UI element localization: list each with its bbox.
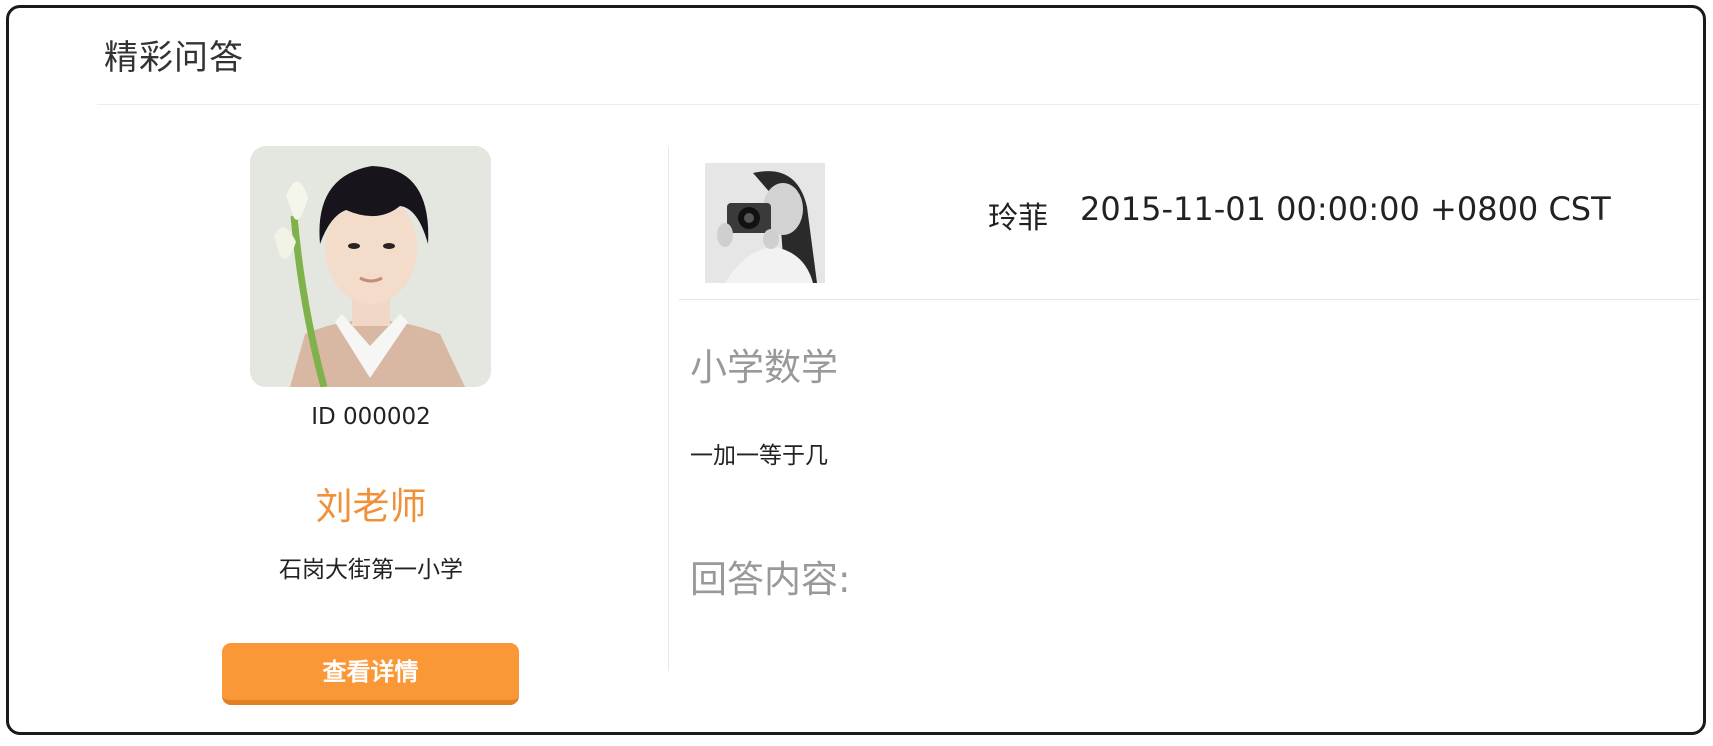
answer-content-label: 回答内容: — [690, 558, 851, 601]
question-subject: 小学数学 — [690, 346, 838, 389]
teacher-id: ID 000002 — [311, 404, 431, 430]
question-text: 一加一等于几 — [690, 443, 828, 469]
view-details-button[interactable]: 查看详情 — [222, 643, 519, 705]
teacher-avatar — [250, 146, 491, 387]
asker-portrait-icon — [705, 163, 825, 283]
question-info-divider — [679, 299, 1700, 300]
teacher-name: 刘老师 — [315, 485, 427, 528]
page-title: 精彩问答 — [104, 38, 244, 78]
question-timestamp: 2015-11-01 00:00:00 +0800 CST — [1080, 190, 1611, 228]
header-divider — [97, 104, 1700, 105]
column-divider — [668, 147, 669, 671]
teacher-school: 石岗大街第一小学 — [279, 557, 463, 583]
teacher-portrait-icon — [250, 146, 491, 387]
asker-avatar — [705, 163, 825, 283]
asker-name: 玲菲 — [988, 201, 1048, 236]
